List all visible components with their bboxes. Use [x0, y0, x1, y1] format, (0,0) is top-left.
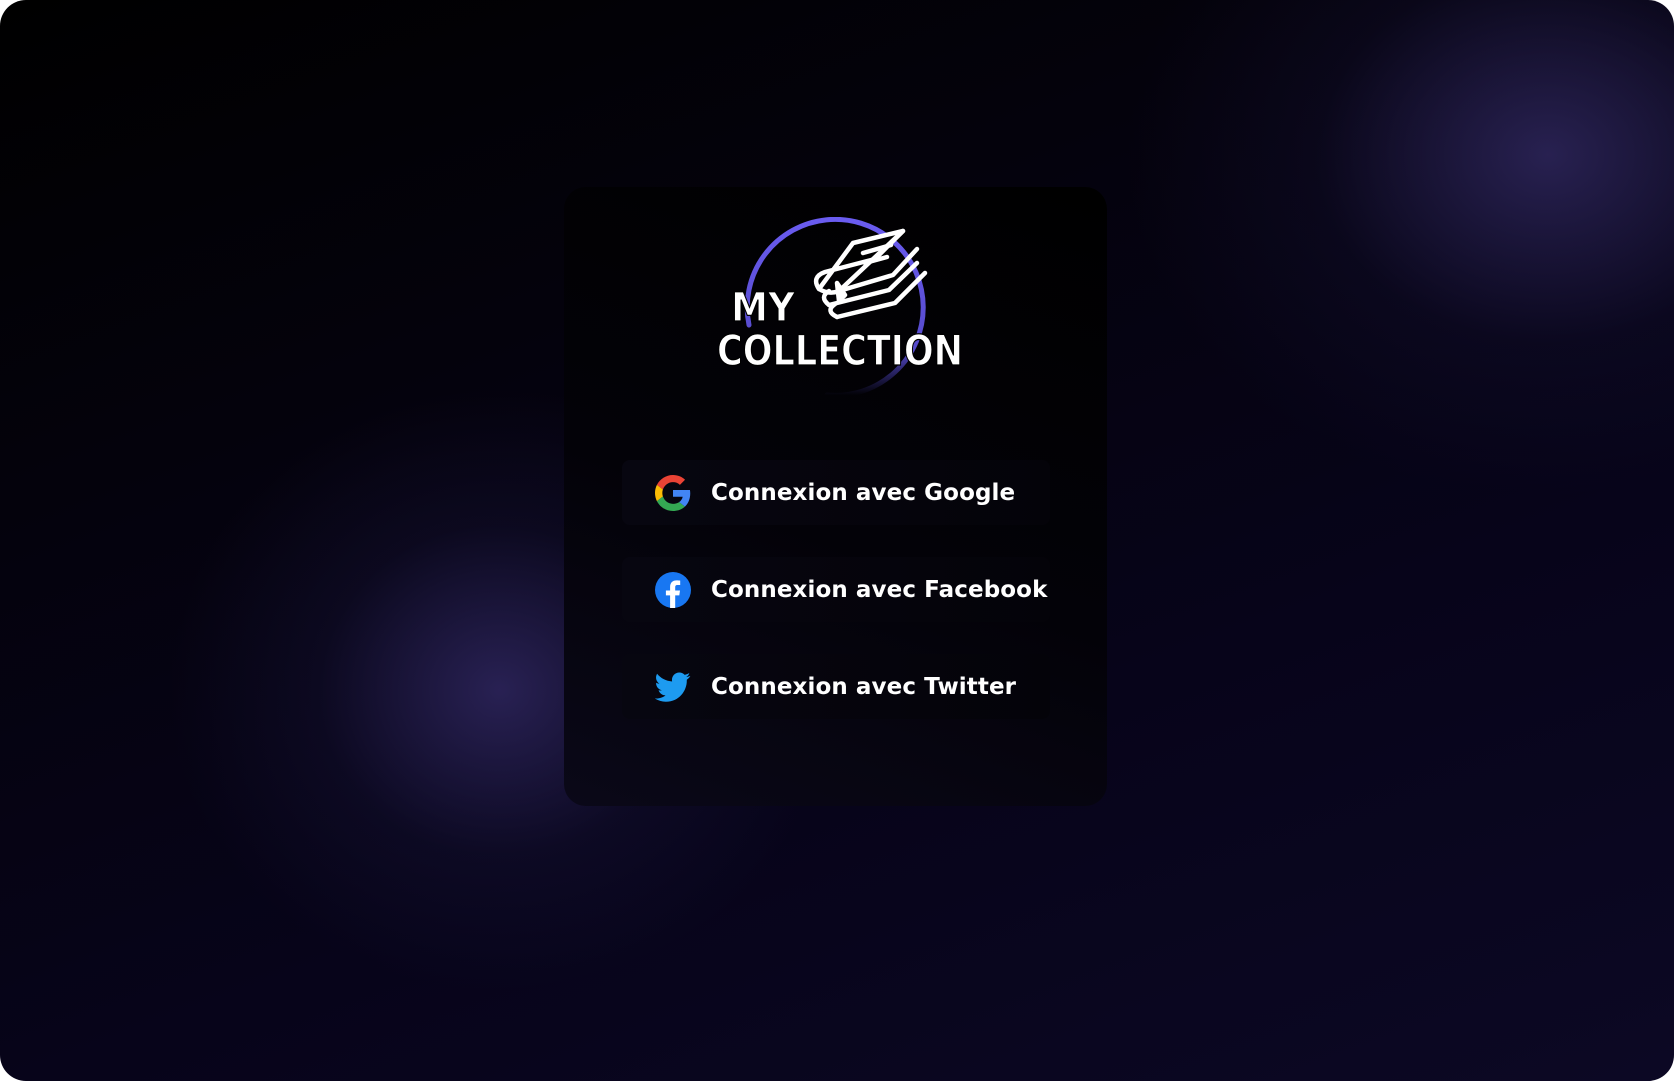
stacked-books-icon: [813, 228, 928, 320]
facebook-login-button[interactable]: Connexion avec Facebook: [622, 557, 1050, 622]
facebook-login-label: Connexion avec Facebook: [711, 576, 1048, 603]
my-collection-logo: MY COLLECTION: [711, 217, 971, 402]
facebook-icon: [655, 571, 691, 608]
logo-line-collection: COLLECTION: [717, 326, 963, 375]
twitter-icon: [655, 669, 691, 705]
google-login-label: Connexion avec Google: [711, 479, 1016, 506]
twitter-login-label: Connexion avec Twitter: [711, 673, 1017, 700]
app-window: MY COLLECTION Connexion avec Google Conn…: [0, 0, 1674, 1081]
google-icon: [655, 474, 691, 511]
login-card: MY COLLECTION Connexion avec Google Conn…: [564, 187, 1107, 806]
twitter-login-button[interactable]: Connexion avec Twitter: [622, 654, 1050, 719]
logo-line-my: MY: [731, 285, 796, 331]
google-login-button[interactable]: Connexion avec Google: [622, 460, 1050, 525]
